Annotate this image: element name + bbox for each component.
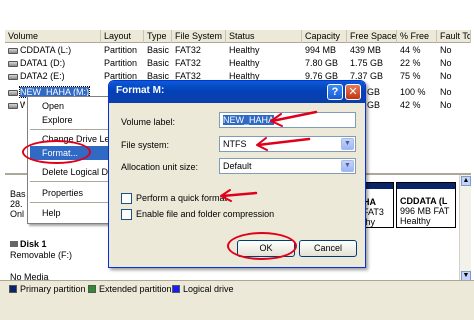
annotation-arrows xyxy=(220,110,318,202)
